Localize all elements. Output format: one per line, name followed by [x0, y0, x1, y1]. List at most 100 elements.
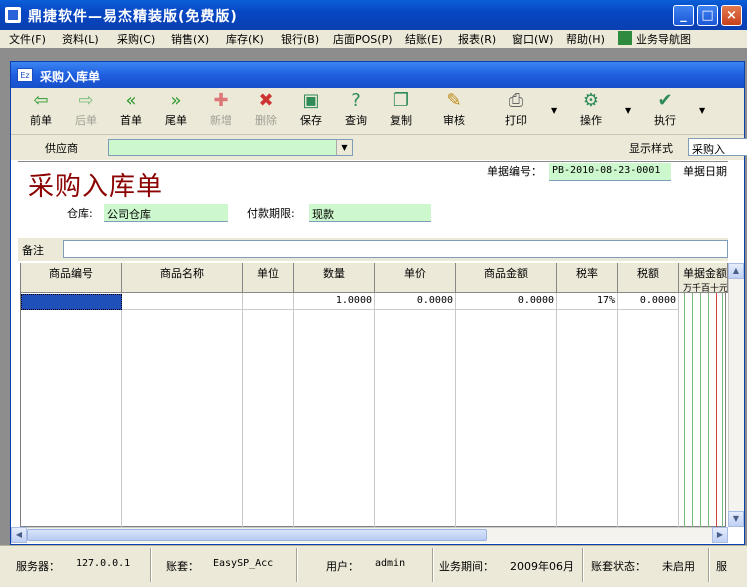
horizontal-scroll-thumb[interactable]: [27, 529, 487, 541]
scroll-down-icon[interactable]: ▼: [728, 511, 744, 527]
menu-inventory[interactable]: 库存(K): [226, 31, 264, 47]
account-status-value: 未启用: [662, 560, 695, 573]
menu-reports[interactable]: 报表(R): [458, 31, 496, 47]
cell-tax[interactable]: 0.0000: [618, 294, 679, 310]
prev-doc-button[interactable]: ⇦ 前单: [21, 91, 61, 128]
query-button[interactable]: ? 查询: [336, 91, 376, 128]
query-icon: ?: [351, 90, 361, 111]
cell-qty[interactable]: 1.0000: [294, 294, 375, 310]
execute-dropdown-icon[interactable]: ▼: [699, 106, 705, 115]
column-header[interactable]: 单位: [243, 263, 294, 293]
new-button[interactable]: ✚ 新增: [201, 91, 241, 128]
arrow-left-icon: ⇦: [33, 90, 49, 111]
period-label: 业务期间：: [439, 560, 494, 573]
column-header[interactable]: 数量: [294, 263, 375, 293]
column-header[interactable]: 税额: [618, 263, 679, 293]
cell-unit[interactable]: [243, 294, 294, 310]
close-button[interactable]: ×: [721, 5, 742, 26]
vertical-scrollbar[interactable]: [728, 263, 744, 527]
operate-button[interactable]: ⚙ 操作: [571, 91, 611, 128]
arrow-right-icon: ⇨: [78, 90, 94, 111]
display-style-label: 显示样式: [629, 142, 673, 155]
document-icon: Ez: [17, 68, 33, 82]
payment-term-label: 付款期限:: [247, 207, 295, 220]
audit-icon: ✎: [446, 90, 462, 111]
user-value: admin: [375, 558, 406, 569]
period-value: 2009年06月: [510, 560, 574, 573]
warehouse-label: 仓库:: [67, 207, 93, 220]
child-window-title: 采购入库单: [40, 70, 101, 84]
cell-name[interactable]: [122, 294, 243, 310]
cell-code[interactable]: [21, 294, 122, 310]
app-icon: [5, 7, 21, 23]
chevron-down-icon[interactable]: ▼: [336, 140, 352, 155]
amount-column-title: 单据金额: [683, 267, 727, 280]
save-button[interactable]: ▣ 保存: [291, 91, 331, 128]
last-icon: »: [170, 90, 182, 111]
payment-term-field[interactable]: 现款: [309, 204, 431, 222]
execute-button[interactable]: ✔ 执行: [645, 91, 685, 128]
cell-amount[interactable]: 0.0000: [456, 294, 557, 310]
column-header[interactable]: 单据金额 万千百十元: [679, 263, 728, 293]
server-value: 127.0.0.1: [76, 558, 131, 569]
supplier-label: 供应商: [45, 142, 78, 155]
delete-icon: ✖: [258, 90, 274, 111]
menu-bar: 文件(F) 资料(L) 采购(C) 销售(X) 库存(K) 银行(B) 店面PO…: [0, 30, 747, 48]
status-tail: 服: [716, 560, 727, 573]
execute-icon: ✔: [657, 90, 673, 111]
delete-button[interactable]: ✖ 删除: [246, 91, 286, 128]
copy-icon: ❐: [392, 90, 410, 111]
supplier-select[interactable]: [108, 139, 353, 156]
column-header[interactable]: 商品名称: [122, 263, 243, 293]
audit-button[interactable]: ✎ 审核: [434, 91, 474, 128]
save-icon: ▣: [302, 90, 320, 111]
doc-date-label: 单据日期: [683, 165, 727, 178]
operate-icon: ⚙: [582, 90, 600, 111]
minimize-button[interactable]: _: [673, 5, 694, 26]
new-icon: ✚: [213, 90, 229, 111]
account-status-label: 账套状态：: [591, 560, 646, 573]
menu-navigation-map[interactable]: 业务导航图: [636, 31, 691, 47]
amount-subheader: 万千百十元: [683, 284, 728, 293]
menu-sales[interactable]: 销售(X): [171, 31, 209, 47]
print-dropdown-icon[interactable]: ▼: [551, 106, 557, 115]
account-value: EasySP_Acc: [213, 558, 274, 569]
menu-pos[interactable]: 店面POS(P): [333, 31, 393, 47]
column-header[interactable]: 商品编号: [21, 263, 122, 293]
menu-window[interactable]: 窗口(W): [512, 31, 553, 47]
account-label: 账套：: [166, 560, 199, 573]
print-button[interactable]: ⎙ 打印: [496, 91, 536, 128]
child-title-bar[interactable]: [11, 62, 744, 88]
cell-price[interactable]: 0.0000: [375, 294, 456, 310]
scroll-up-icon[interactable]: ▲: [728, 263, 744, 279]
maximize-button[interactable]: □: [697, 5, 718, 26]
user-label: 用户：: [326, 560, 359, 573]
doc-no-label: 单据编号：: [487, 165, 542, 178]
doc-no-field[interactable]: PB-2010-08-23-0001: [549, 163, 671, 181]
toolbar: ⇦ 前单 ⇨ 后单 «首单 » 尾单 ✚ 新增 ✖ 删除 ▣ 保存 ? 查询 ❐ 复制 ✎ 审核 …: [11, 88, 744, 135]
column-header[interactable]: 单价: [375, 263, 456, 293]
scroll-left-icon[interactable]: ◀: [11, 527, 27, 543]
first-doc-button[interactable]: «首单: [111, 91, 151, 128]
menu-data[interactable]: 资料(L): [62, 31, 99, 47]
remark-label: 备注: [22, 244, 44, 257]
remark-input[interactable]: [63, 240, 728, 258]
operate-dropdown-icon[interactable]: ▼: [625, 106, 631, 115]
menu-checkout[interactable]: 结账(E): [405, 31, 443, 47]
menu-purchase[interactable]: 采购(C): [117, 31, 155, 47]
menu-file[interactable]: 文件(F): [9, 31, 46, 47]
navigation-map-icon: [618, 31, 632, 45]
menu-bank[interactable]: 银行(B): [281, 31, 319, 47]
scroll-right-icon[interactable]: ▶: [712, 527, 728, 543]
next-doc-button[interactable]: ⇨ 后单: [66, 91, 106, 128]
display-style-select[interactable]: 采购入: [688, 138, 747, 156]
warehouse-field[interactable]: 公司仓库: [104, 204, 228, 222]
column-header[interactable]: 税率: [557, 263, 618, 293]
menu-help[interactable]: 帮助(H): [566, 31, 605, 47]
column-header[interactable]: 商品金额: [456, 263, 557, 293]
print-icon: ⎙: [508, 90, 524, 111]
server-label: 服务器：: [16, 560, 60, 573]
copy-button[interactable]: ❐ 复制: [381, 91, 421, 128]
last-doc-button[interactable]: » 尾单: [156, 91, 196, 128]
cell-tax-rate[interactable]: 17%: [557, 294, 618, 310]
